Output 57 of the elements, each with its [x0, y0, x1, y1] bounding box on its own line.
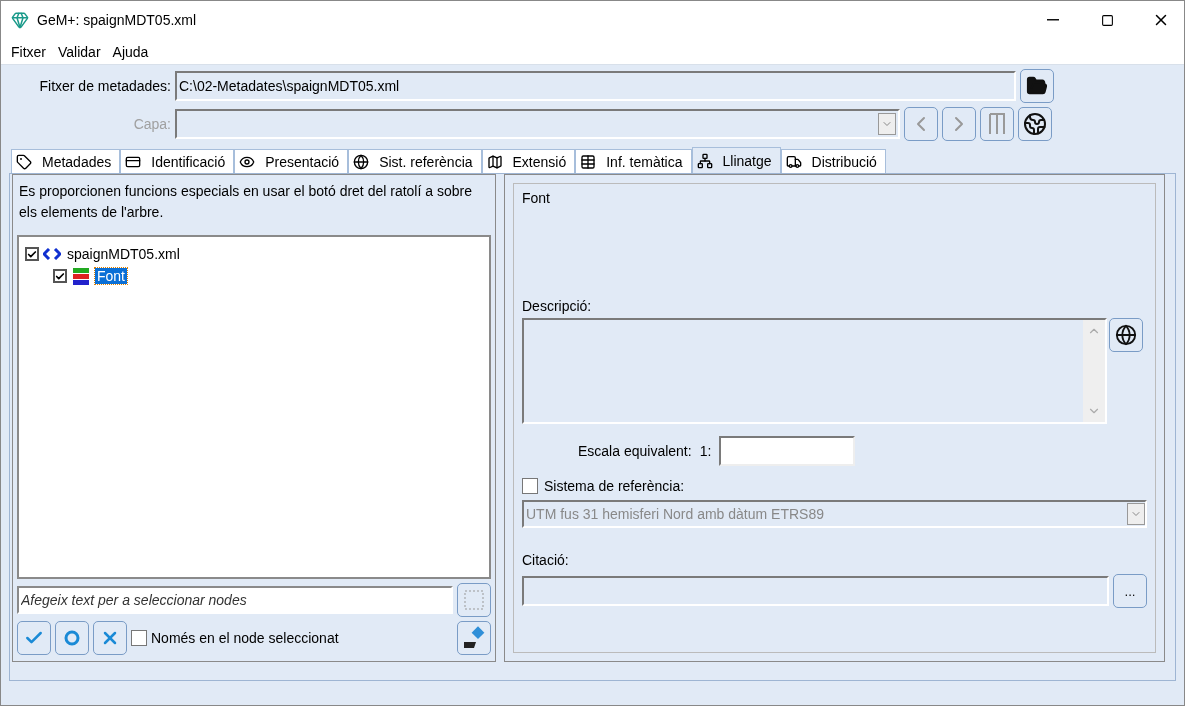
tab[interactable]: Sist. referència — [348, 149, 482, 173]
search-field[interactable]: Afegeix text per a seleccionar nodes — [17, 586, 453, 614]
tree-node[interactable]: Font — [95, 268, 127, 284]
field-label: Descripció: — [522, 298, 593, 314]
checkbox-label: Només en el node seleccionat — [151, 630, 340, 646]
checkbox[interactable] — [522, 478, 538, 494]
code-brackets-icon — [43, 248, 61, 260]
scale-prefix: 1: — [699, 443, 712, 459]
citation-field[interactable] — [522, 576, 1109, 606]
hint-text: Es proporcionen funcions especials en usar el botó dret del ratolí a sobre els elements de l'arbre. — [19, 182, 473, 222]
dotted-square-icon[interactable] — [457, 583, 491, 617]
refresh-button[interactable] — [55, 621, 89, 655]
colored-layers-icon — [71, 266, 91, 286]
field-label: Citació: — [522, 552, 570, 568]
truck-icon — [785, 153, 802, 170]
tag-icon — [16, 153, 32, 170]
tab[interactable]: Identificació — [120, 149, 235, 173]
tab[interactable]: Metadades — [11, 149, 121, 173]
menu-item[interactable]: Ajuda — [106, 43, 155, 60]
tree-node[interactable]: spaignMDT05.xml — [65, 246, 182, 262]
menu-item[interactable]: Fitxer — [5, 43, 52, 60]
folder-icon[interactable] — [1020, 69, 1054, 103]
field-label: Capa: — [132, 116, 171, 132]
check-all-button[interactable] — [17, 621, 51, 655]
layer-dropdown[interactable] — [175, 109, 900, 139]
menu-item[interactable]: Validar — [52, 43, 107, 60]
tree-view[interactable]: spaignMDT05.xml Font — [17, 235, 491, 579]
table-icon — [580, 153, 597, 170]
gem-icon — [11, 11, 29, 29]
description-textarea[interactable] — [522, 318, 1107, 424]
globe-icon[interactable] — [1109, 318, 1143, 352]
tree-checkbox[interactable] — [25, 247, 39, 261]
tab[interactable]: Distribució — [780, 149, 886, 173]
tree-checkbox[interactable] — [53, 269, 67, 283]
field-label: Escala equivalent: — [578, 443, 692, 459]
circle-icon — [62, 628, 82, 648]
next-button[interactable] — [942, 107, 976, 141]
tab[interactable]: Presentació — [234, 149, 349, 173]
browse-button[interactable]: ... — [1113, 574, 1147, 608]
globe-icon — [353, 153, 370, 170]
maximize-icon — [1100, 13, 1114, 27]
globe-link-icon[interactable] — [1018, 107, 1052, 141]
tree-icon — [696, 152, 713, 169]
tab[interactable]: Inf. temàtica — [575, 149, 692, 173]
checkbox-label: Sistema de referència: — [544, 478, 685, 494]
checkbox[interactable] — [131, 630, 147, 646]
previous-button[interactable] — [904, 107, 938, 141]
tab[interactable]: Extensió — [481, 149, 576, 173]
field-label: Fitxer de metadades: — [38, 78, 171, 94]
uncheck-all-button[interactable] — [93, 621, 127, 655]
window-title: GeM+: spaignMDT05.xml — [37, 12, 198, 28]
group-title: Font — [522, 190, 551, 206]
map-icon — [486, 153, 503, 170]
scale-input[interactable] — [719, 436, 856, 466]
tab[interactable]: Llinatge — [691, 147, 781, 173]
file-path-field[interactable]: C:\02-Metadates\spaignMDT05.xml — [175, 71, 1016, 101]
minimize-icon — [1047, 19, 1059, 21]
